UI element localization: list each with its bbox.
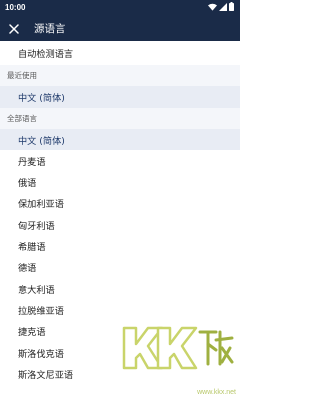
close-button[interactable] bbox=[7, 21, 21, 35]
close-icon bbox=[9, 19, 19, 38]
status-icons bbox=[208, 2, 234, 13]
status-time: 10:00 bbox=[5, 3, 26, 12]
page-title: 源语言 bbox=[34, 22, 66, 35]
all-section-header: 全部语言 bbox=[0, 107, 240, 129]
language-item[interactable]: 斯洛文尼亚语 bbox=[0, 363, 240, 384]
app-header: 10:00 源语言 bbox=[0, 0, 240, 41]
app-screen: 10:00 源语言 自动检测语言 最近使用 中文 (简体) 全部语言 中文 (简… bbox=[0, 0, 240, 400]
toolbar: 源语言 bbox=[0, 15, 240, 41]
signal-icon bbox=[219, 2, 227, 13]
wifi-icon bbox=[208, 3, 217, 13]
language-item[interactable]: 希腊语 bbox=[0, 235, 240, 256]
battery-icon bbox=[229, 2, 234, 13]
language-item[interactable]: 俄语 bbox=[0, 171, 240, 192]
status-bar: 10:00 bbox=[0, 0, 240, 15]
watermark-url: www.kkx.net bbox=[197, 389, 236, 396]
language-item[interactable]: 保加利亚语 bbox=[0, 193, 240, 214]
recent-section-header: 最近使用 bbox=[0, 65, 240, 87]
language-item[interactable]: 斯洛伐克语 bbox=[0, 342, 240, 363]
language-item[interactable]: 捷克语 bbox=[0, 321, 240, 342]
language-item[interactable]: 中文 (简体) bbox=[0, 128, 240, 151]
language-item[interactable]: 匈牙利语 bbox=[0, 214, 240, 235]
auto-detect-option[interactable]: 自动检测语言 bbox=[0, 41, 240, 65]
language-item[interactable]: 德语 bbox=[0, 257, 240, 278]
language-item[interactable]: 丹麦语 bbox=[0, 150, 240, 171]
language-item[interactable]: 拉脱维亚语 bbox=[0, 299, 240, 320]
language-item[interactable]: 意大利语 bbox=[0, 278, 240, 299]
recent-language-item[interactable]: 中文 (简体) bbox=[0, 86, 240, 108]
language-list: 自动检测语言 最近使用 中文 (简体) 全部语言 中文 (简体) 丹麦语 俄语 … bbox=[0, 41, 240, 384]
